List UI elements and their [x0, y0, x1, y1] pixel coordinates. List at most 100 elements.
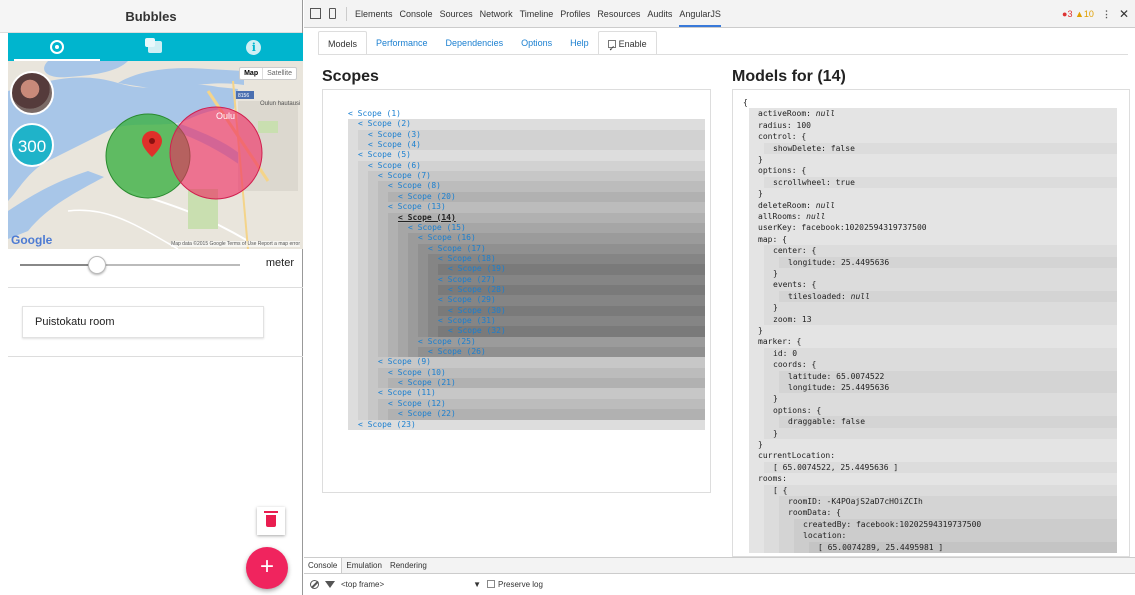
scope-node[interactable]: < Scope (22) — [398, 409, 456, 419]
panel-tab-resources[interactable]: Resources — [597, 9, 640, 19]
close-icon[interactable]: ✕ — [1119, 7, 1129, 21]
scope-node[interactable]: < Scope (30) — [448, 306, 506, 316]
tab-info[interactable]: i — [205, 33, 303, 61]
scope-node[interactable]: < Scope (1) — [348, 109, 401, 119]
scope-node[interactable]: < Scope (13) — [388, 202, 446, 212]
clear-console-icon[interactable] — [310, 580, 319, 589]
scope-node[interactable]: < Scope (8) — [388, 181, 441, 191]
scope-node[interactable]: < Scope (19) — [448, 264, 506, 274]
map-place-label: Oulun hautausi — [260, 101, 301, 107]
enable-toggle[interactable]: Enable — [597, 31, 657, 61]
scope-node[interactable]: < Scope (5) — [358, 150, 411, 160]
panel-tab-profiles[interactable]: Profiles — [560, 9, 590, 19]
model-key-value: draggable: false — [788, 417, 866, 427]
model-indent-shade — [749, 188, 1117, 201]
tab-map[interactable] — [8, 33, 106, 61]
panel-tab-angularjs[interactable]: AngularJS — [679, 9, 721, 27]
panel-tab-console[interactable]: Console — [400, 9, 433, 19]
tab-help[interactable]: Help — [561, 31, 598, 55]
model-indent-shade — [764, 484, 1117, 497]
model-line: zoom: 13 — [773, 314, 812, 325]
console-drawer: Console Emulation Rendering <top frame> ▼… — [304, 557, 1135, 595]
drawer-tab-rendering[interactable]: Rendering — [386, 558, 431, 573]
model-key-value: longitude: 25.4495636 — [788, 257, 890, 267]
model-line: coords: { — [773, 359, 816, 370]
model-key-value: marker: { — [758, 337, 802, 347]
model-line: createdBy: facebook:10202594319737500 — [803, 519, 981, 530]
model-key-value: [ 65.0074522, 25.4495636 ] — [773, 462, 899, 472]
drawer-tab-emulation[interactable]: Emulation — [342, 558, 386, 573]
scope-node[interactable]: < Scope (25) — [418, 337, 476, 347]
scope-node[interactable]: < Scope (10) — [388, 368, 446, 378]
tab-performance[interactable]: Performance — [367, 31, 437, 55]
map-view[interactable]: Oulun hautausi Oulu 8156 Map Satellite 3… — [8, 61, 303, 249]
preserve-log-option[interactable]: Preserve log — [487, 580, 543, 589]
inspect-icon[interactable] — [310, 8, 321, 19]
scope-node[interactable]: < Scope (32) — [448, 326, 506, 336]
scope-node[interactable]: < Scope (4) — [368, 140, 421, 150]
avatar[interactable] — [10, 71, 54, 115]
scope-node[interactable]: < Scope (15) — [408, 223, 466, 233]
scope-node[interactable]: < Scope (11) — [378, 388, 436, 398]
panel-tab-elements[interactable]: Elements — [355, 9, 393, 19]
scope-node[interactable]: < Scope (26) — [428, 347, 486, 357]
model-key-value: tilesloaded: — [788, 291, 851, 301]
map-toggle-map[interactable]: Map — [240, 68, 264, 79]
enable-checkbox[interactable] — [607, 37, 616, 61]
room-card[interactable]: Puistokatu room — [22, 306, 264, 338]
panel-tab-timeline[interactable]: Timeline — [520, 9, 554, 19]
scope-node[interactable]: < Scope (2) — [358, 119, 411, 129]
drawer-tab-console[interactable]: Console — [304, 558, 343, 573]
tab-models[interactable]: Models — [318, 31, 368, 55]
model-key-value: userKey: facebook:10202594319737500 — [758, 223, 927, 233]
model-line: allRooms: null — [758, 211, 825, 222]
scope-node[interactable]: < Scope (9) — [378, 357, 431, 367]
frame-select[interactable]: <top frame> ▼ — [341, 580, 481, 589]
panel-tab-sources[interactable]: Sources — [440, 9, 473, 19]
filter-icon[interactable] — [325, 581, 335, 588]
slider-unit: meter — [265, 257, 294, 269]
error-count[interactable]: ●3 ▲10 — [1062, 9, 1094, 19]
map-credits[interactable]: Map data ©2015 Google Terms of Use Repor… — [171, 241, 300, 247]
scope-node[interactable]: < Scope (3) — [368, 130, 421, 140]
model-line: radius: 100 — [758, 120, 811, 131]
model-line: latitude: 65.0074522 — [788, 371, 884, 382]
model-line: } — [758, 325, 763, 336]
scope-node[interactable]: < Scope (14) — [398, 213, 456, 223]
model-key-value: center: { — [773, 246, 817, 256]
scope-node[interactable]: < Scope (31) — [438, 316, 496, 326]
scope-node[interactable]: < Scope (7) — [378, 171, 431, 181]
tab-chat[interactable] — [106, 33, 204, 61]
model-key-value: deleteRoom: — [758, 200, 816, 210]
model-line: longitude: 25.4495636 — [788, 257, 889, 268]
slider-thumb[interactable] — [88, 256, 106, 274]
bubbles-app: Bubbles i Oulun hautausi Oulu 8156 Map S… — [0, 0, 303, 595]
model-line: } — [773, 268, 778, 279]
model-key-value: location: — [803, 531, 847, 541]
model-indent-shade — [764, 393, 1117, 406]
scope-node[interactable]: < Scope (23) — [358, 420, 416, 430]
more-options-icon[interactable]: ⋮ — [1102, 9, 1111, 20]
radius-slider[interactable] — [20, 256, 240, 274]
scope-node[interactable]: < Scope (28) — [448, 285, 506, 295]
scope-node[interactable]: < Scope (12) — [388, 399, 446, 409]
preserve-log-checkbox[interactable] — [487, 580, 495, 588]
scope-node[interactable]: < Scope (17) — [428, 244, 486, 254]
scope-node[interactable]: < Scope (27) — [438, 275, 496, 285]
panel-tab-network[interactable]: Network — [480, 9, 513, 19]
delete-button[interactable] — [257, 507, 285, 535]
scope-node[interactable]: < Scope (16) — [418, 233, 476, 243]
panel-tab-audits[interactable]: Audits — [647, 9, 672, 19]
scope-node[interactable]: < Scope (21) — [398, 378, 456, 388]
scope-node[interactable]: < Scope (6) — [368, 161, 421, 171]
device-mode-icon[interactable] — [329, 8, 336, 19]
scope-node[interactable]: < Scope (18) — [438, 254, 496, 264]
tab-dependencies[interactable]: Dependencies — [437, 31, 513, 55]
scope-node[interactable]: < Scope (29) — [438, 295, 496, 305]
user-count-badge[interactable]: 300 — [10, 123, 54, 167]
add-room-button[interactable]: + — [246, 547, 288, 589]
scope-node[interactable]: < Scope (20) — [398, 192, 456, 202]
map-toggle-satellite[interactable]: Satellite — [263, 68, 296, 79]
tab-options[interactable]: Options — [512, 31, 561, 55]
model-line: } — [773, 428, 778, 439]
